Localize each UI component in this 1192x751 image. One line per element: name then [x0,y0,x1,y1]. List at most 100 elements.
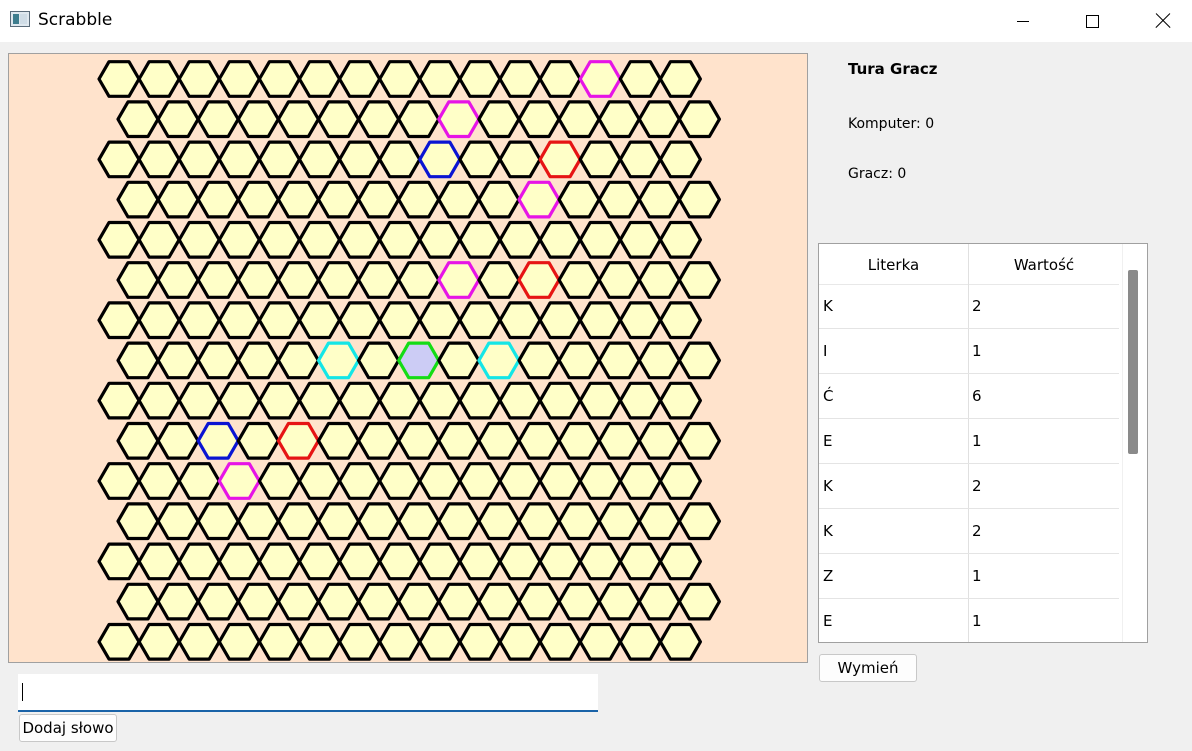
hex-cell[interactable] [397,261,441,299]
hex-cell[interactable] [418,220,462,259]
hex-grid[interactable] [9,54,807,662]
hex-cell[interactable] [357,100,401,139]
hex-cell[interactable] [517,502,561,541]
hex-cell[interactable] [338,220,382,259]
hex-cell[interactable] [458,381,502,420]
hex-cell[interactable] [517,421,561,460]
table-row[interactable]: Ć6 [819,374,1119,419]
hex-cell[interactable] [578,622,622,661]
hex-cell[interactable] [618,542,662,581]
hex-cell[interactable] [597,341,641,380]
hex-cell[interactable] [498,462,542,500]
hex-cell-highlighted[interactable] [578,60,622,98]
hex-cell[interactable] [177,301,221,340]
hex-cell-highlighted[interactable] [477,341,521,380]
hex-cell[interactable] [378,60,422,98]
hex-cell[interactable] [557,341,601,380]
hex-cell[interactable] [517,341,561,380]
hex-cell[interactable] [397,502,441,541]
hex-cell[interactable] [276,100,320,139]
hex-cell[interactable] [498,381,542,420]
table-row[interactable]: K2 [819,509,1119,554]
hex-cell[interactable] [338,140,382,179]
hex-cell[interactable] [116,261,160,299]
hex-cell[interactable] [578,462,622,500]
minimize-button[interactable] [1000,0,1046,42]
hex-cell[interactable] [316,100,361,139]
hex-cell[interactable] [297,60,342,98]
hex-cell[interactable] [276,582,320,621]
hex-cell-highlighted[interactable] [316,341,361,380]
table-row[interactable]: E1 [819,419,1119,464]
hex-cell[interactable] [217,220,261,259]
hex-cell[interactable] [477,421,521,460]
hex-cell[interactable] [618,301,662,340]
hex-cell[interactable] [97,622,141,661]
hex-cell[interactable] [437,582,481,621]
hex-cell[interactable] [297,140,342,179]
hex-cell[interactable] [477,180,521,219]
hex-cell[interactable] [97,462,141,500]
table-row[interactable]: K2 [819,464,1119,509]
hex-cell[interactable] [458,140,502,179]
hex-cell-highlighted[interactable] [517,180,561,219]
hex-cell[interactable] [418,381,462,420]
hex-cell[interactable] [378,622,422,661]
hex-cell[interactable] [637,502,681,541]
hex-cell[interactable] [597,502,641,541]
hex-cell[interactable] [498,60,542,98]
hex-board[interactable] [8,53,808,663]
hex-cell[interactable] [137,140,181,179]
hex-cell[interactable] [217,622,261,661]
hex-cell-highlighted[interactable] [437,261,481,299]
column-header-letter[interactable]: Literka [819,244,969,284]
hex-cell[interactable] [637,180,681,219]
hex-cell[interactable] [97,140,141,179]
hex-cell[interactable] [498,301,542,340]
hex-cell[interactable] [236,261,280,299]
hex-cell[interactable] [378,542,422,581]
table-row[interactable]: Z1 [819,554,1119,599]
hex-cell[interactable] [156,582,200,621]
hex-cell[interactable] [658,542,703,581]
hex-cell[interactable] [597,261,641,299]
hex-cell[interactable] [397,180,441,219]
hex-cell-highlighted[interactable] [517,261,561,299]
hex-cell[interactable] [116,582,160,621]
hex-cell[interactable] [637,421,681,460]
hex-cell[interactable] [156,180,200,219]
hex-cell[interactable] [137,462,181,500]
hex-cell-highlighted[interactable] [397,341,441,380]
hex-cell[interactable] [658,301,703,340]
hex-cell[interactable] [276,261,320,299]
hex-cell[interactable] [156,100,200,139]
word-input[interactable] [18,674,598,712]
hex-cell[interactable] [257,220,301,259]
hex-cell[interactable] [316,421,361,460]
hex-cell[interactable] [357,261,401,299]
hex-cell[interactable] [378,301,422,340]
hex-cell[interactable] [97,542,141,581]
hex-cell[interactable] [397,582,441,621]
hex-cell-highlighted[interactable] [538,140,582,179]
table-row[interactable]: I1 [819,329,1119,374]
hex-cell[interactable] [137,60,181,98]
hex-cell[interactable] [618,60,662,98]
hex-cell[interactable] [618,622,662,661]
scrollbar-thumb[interactable] [1128,270,1138,454]
hex-cell[interactable] [477,100,521,139]
hex-cell[interactable] [538,542,582,581]
hex-cell[interactable] [196,582,240,621]
hex-cell[interactable] [418,462,462,500]
hex-cell[interactable] [257,60,301,98]
hex-cell[interactable] [477,261,521,299]
hex-cell[interactable] [477,502,521,541]
hex-cell[interactable] [177,542,221,581]
hex-cell[interactable] [458,60,502,98]
add-word-button[interactable]: Dodaj słowo [19,714,117,742]
hex-cell[interactable] [257,301,301,340]
close-button[interactable] [1140,0,1186,42]
hex-cell[interactable] [557,421,601,460]
hex-cell[interactable] [316,180,361,219]
hex-cell[interactable] [458,301,502,340]
